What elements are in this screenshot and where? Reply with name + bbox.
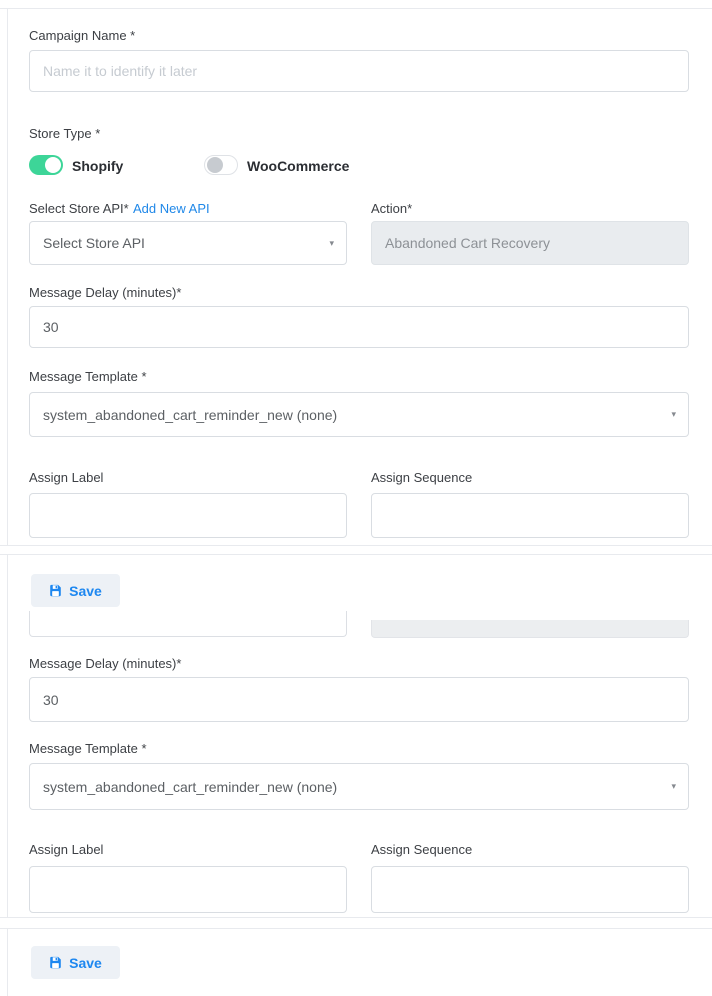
action-label: Action* xyxy=(371,201,412,216)
store-api-select-cropped[interactable] xyxy=(29,611,347,637)
campaign-name-input[interactable] xyxy=(29,50,689,92)
action-input xyxy=(371,221,689,265)
message-delay-input-2[interactable] xyxy=(29,677,689,722)
card2-top-border xyxy=(0,554,712,555)
message-template-select-value: system_abandoned_cart_reminder_new (none… xyxy=(43,779,337,795)
footer-left-border xyxy=(7,928,8,996)
assign-label-input[interactable] xyxy=(29,493,347,538)
assign-sequence-input[interactable] xyxy=(371,493,689,538)
message-template-select[interactable]: system_abandoned_cart_reminder_new (none… xyxy=(29,392,689,437)
chevron-down-icon: ▾ xyxy=(671,782,676,791)
store-type-label: Store Type * xyxy=(29,126,100,141)
action-field-cropped xyxy=(371,620,689,638)
card1-left-border xyxy=(7,8,8,545)
woocommerce-toggle[interactable] xyxy=(204,155,238,175)
assign-label-label: Assign Label xyxy=(29,842,103,857)
card2-bottom-border xyxy=(0,917,712,918)
assign-sequence-label: Assign Sequence xyxy=(371,842,472,857)
save-icon xyxy=(49,956,62,969)
footer-top-border xyxy=(0,928,712,929)
assign-label-label: Assign Label xyxy=(29,470,103,485)
assign-sequence-label: Assign Sequence xyxy=(371,470,472,485)
message-delay-label: Message Delay (minutes)* xyxy=(29,656,181,671)
shopify-toggle[interactable] xyxy=(29,155,63,175)
assign-label-input-2[interactable] xyxy=(29,866,347,913)
card1-bottom-border xyxy=(0,545,712,546)
message-template-select-2[interactable]: system_abandoned_cart_reminder_new (none… xyxy=(29,763,689,810)
chevron-down-icon: ▾ xyxy=(671,410,676,419)
message-delay-label: Message Delay (minutes)* xyxy=(29,285,181,300)
woocommerce-toggle-label: WooCommerce xyxy=(247,158,349,174)
campaign-name-label: Campaign Name * xyxy=(29,28,135,43)
save-button-label: Save xyxy=(69,955,102,971)
add-new-api-link[interactable]: Add New API xyxy=(133,201,210,216)
toggle-knob xyxy=(45,157,61,173)
message-delay-input[interactable] xyxy=(29,306,689,348)
shopify-toggle-label: Shopify xyxy=(72,158,123,174)
save-icon xyxy=(49,584,62,597)
chevron-down-icon: ▾ xyxy=(329,239,334,248)
assign-sequence-input-2[interactable] xyxy=(371,866,689,913)
save-button[interactable]: Save xyxy=(31,574,120,607)
message-template-label: Message Template * xyxy=(29,741,147,756)
message-template-label: Message Template * xyxy=(29,369,147,384)
card2-left-border xyxy=(7,554,8,917)
campaign-form-page: Campaign Name * Store Type * Shopify Woo… xyxy=(0,0,712,996)
save-button-label: Save xyxy=(69,583,102,599)
toggle-knob xyxy=(207,157,223,173)
select-store-api-label: Select Store API* xyxy=(29,201,129,216)
save-button-2[interactable]: Save xyxy=(31,946,120,979)
store-api-select[interactable]: Select Store API ▾ xyxy=(29,221,347,265)
message-template-select-value: system_abandoned_cart_reminder_new (none… xyxy=(43,407,337,423)
card1-top-border xyxy=(0,8,712,9)
store-api-select-value: Select Store API xyxy=(43,235,145,251)
